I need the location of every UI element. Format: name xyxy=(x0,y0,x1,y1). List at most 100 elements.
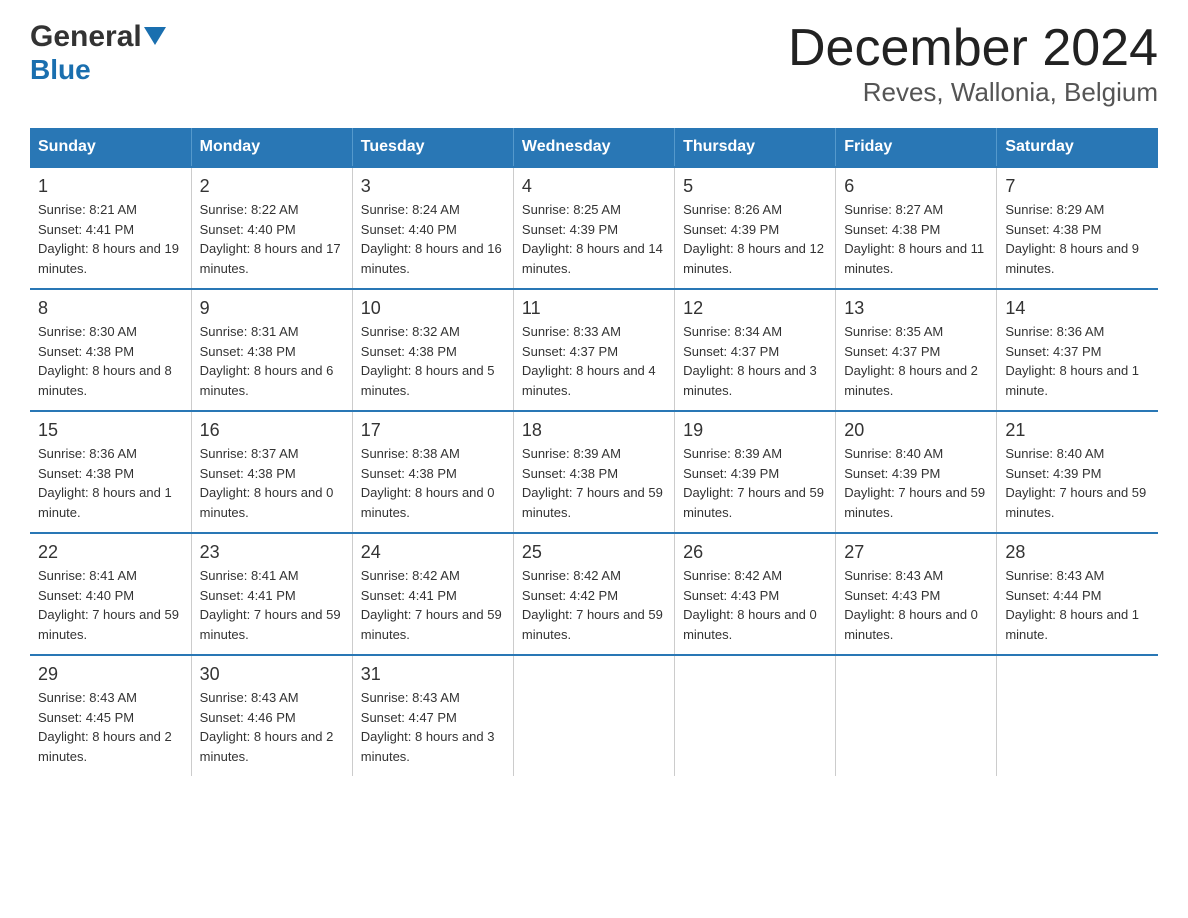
day-number: 11 xyxy=(522,298,666,319)
day-number: 7 xyxy=(1005,176,1150,197)
day-info: Sunrise: 8:36 AMSunset: 4:38 PMDaylight:… xyxy=(38,446,172,520)
day-info: Sunrise: 8:27 AMSunset: 4:38 PMDaylight:… xyxy=(844,202,984,276)
calendar-cell: 21 Sunrise: 8:40 AMSunset: 4:39 PMDaylig… xyxy=(997,411,1158,533)
day-number: 12 xyxy=(683,298,827,319)
calendar-cell: 29 Sunrise: 8:43 AMSunset: 4:45 PMDaylig… xyxy=(30,655,191,776)
day-number: 29 xyxy=(38,664,183,685)
calendar-cell xyxy=(836,655,997,776)
column-header-tuesday: Tuesday xyxy=(352,128,513,167)
calendar-week-row: 22 Sunrise: 8:41 AMSunset: 4:40 PMDaylig… xyxy=(30,533,1158,655)
page-subtitle: Reves, Wallonia, Belgium xyxy=(788,77,1158,108)
day-number: 22 xyxy=(38,542,183,563)
day-number: 25 xyxy=(522,542,666,563)
calendar-cell: 22 Sunrise: 8:41 AMSunset: 4:40 PMDaylig… xyxy=(30,533,191,655)
day-number: 14 xyxy=(1005,298,1150,319)
day-info: Sunrise: 8:32 AMSunset: 4:38 PMDaylight:… xyxy=(361,324,495,398)
title-section: December 2024 Reves, Wallonia, Belgium xyxy=(788,20,1158,108)
calendar-cell: 25 Sunrise: 8:42 AMSunset: 4:42 PMDaylig… xyxy=(513,533,674,655)
calendar-cell: 3 Sunrise: 8:24 AMSunset: 4:40 PMDayligh… xyxy=(352,167,513,289)
day-info: Sunrise: 8:43 AMSunset: 4:44 PMDaylight:… xyxy=(1005,568,1139,642)
day-info: Sunrise: 8:43 AMSunset: 4:43 PMDaylight:… xyxy=(844,568,978,642)
day-number: 16 xyxy=(200,420,344,441)
calendar-cell: 19 Sunrise: 8:39 AMSunset: 4:39 PMDaylig… xyxy=(675,411,836,533)
logo-arrow-icon xyxy=(144,27,166,49)
calendar-cell: 26 Sunrise: 8:42 AMSunset: 4:43 PMDaylig… xyxy=(675,533,836,655)
day-number: 3 xyxy=(361,176,505,197)
calendar-cell: 5 Sunrise: 8:26 AMSunset: 4:39 PMDayligh… xyxy=(675,167,836,289)
day-info: Sunrise: 8:24 AMSunset: 4:40 PMDaylight:… xyxy=(361,202,502,276)
day-info: Sunrise: 8:43 AMSunset: 4:45 PMDaylight:… xyxy=(38,690,172,764)
day-info: Sunrise: 8:41 AMSunset: 4:41 PMDaylight:… xyxy=(200,568,341,642)
day-number: 5 xyxy=(683,176,827,197)
day-info: Sunrise: 8:43 AMSunset: 4:47 PMDaylight:… xyxy=(361,690,495,764)
calendar-cell: 20 Sunrise: 8:40 AMSunset: 4:39 PMDaylig… xyxy=(836,411,997,533)
calendar-cell: 16 Sunrise: 8:37 AMSunset: 4:38 PMDaylig… xyxy=(191,411,352,533)
day-number: 2 xyxy=(200,176,344,197)
logo-general: General xyxy=(30,20,142,54)
calendar-cell: 4 Sunrise: 8:25 AMSunset: 4:39 PMDayligh… xyxy=(513,167,674,289)
day-info: Sunrise: 8:40 AMSunset: 4:39 PMDaylight:… xyxy=(844,446,985,520)
day-info: Sunrise: 8:40 AMSunset: 4:39 PMDaylight:… xyxy=(1005,446,1146,520)
day-info: Sunrise: 8:21 AMSunset: 4:41 PMDaylight:… xyxy=(38,202,179,276)
page-title: December 2024 xyxy=(788,20,1158,77)
calendar-cell: 31 Sunrise: 8:43 AMSunset: 4:47 PMDaylig… xyxy=(352,655,513,776)
column-header-thursday: Thursday xyxy=(675,128,836,167)
day-number: 15 xyxy=(38,420,183,441)
logo-blue: Blue xyxy=(30,54,91,86)
calendar-cell: 27 Sunrise: 8:43 AMSunset: 4:43 PMDaylig… xyxy=(836,533,997,655)
calendar-cell xyxy=(675,655,836,776)
day-number: 10 xyxy=(361,298,505,319)
day-info: Sunrise: 8:39 AMSunset: 4:39 PMDaylight:… xyxy=(683,446,824,520)
day-info: Sunrise: 8:22 AMSunset: 4:40 PMDaylight:… xyxy=(200,202,341,276)
column-header-friday: Friday xyxy=(836,128,997,167)
calendar-cell: 1 Sunrise: 8:21 AMSunset: 4:41 PMDayligh… xyxy=(30,167,191,289)
calendar-cell: 9 Sunrise: 8:31 AMSunset: 4:38 PMDayligh… xyxy=(191,289,352,411)
calendar-cell: 7 Sunrise: 8:29 AMSunset: 4:38 PMDayligh… xyxy=(997,167,1158,289)
day-info: Sunrise: 8:31 AMSunset: 4:38 PMDaylight:… xyxy=(200,324,334,398)
day-number: 23 xyxy=(200,542,344,563)
day-info: Sunrise: 8:30 AMSunset: 4:38 PMDaylight:… xyxy=(38,324,172,398)
day-number: 9 xyxy=(200,298,344,319)
calendar-cell xyxy=(513,655,674,776)
calendar-cell: 11 Sunrise: 8:33 AMSunset: 4:37 PMDaylig… xyxy=(513,289,674,411)
day-info: Sunrise: 8:33 AMSunset: 4:37 PMDaylight:… xyxy=(522,324,656,398)
calendar-cell: 23 Sunrise: 8:41 AMSunset: 4:41 PMDaylig… xyxy=(191,533,352,655)
calendar-header-row: SundayMondayTuesdayWednesdayThursdayFrid… xyxy=(30,128,1158,167)
day-number: 17 xyxy=(361,420,505,441)
day-number: 26 xyxy=(683,542,827,563)
calendar-cell: 2 Sunrise: 8:22 AMSunset: 4:40 PMDayligh… xyxy=(191,167,352,289)
day-number: 18 xyxy=(522,420,666,441)
calendar-cell: 28 Sunrise: 8:43 AMSunset: 4:44 PMDaylig… xyxy=(997,533,1158,655)
day-info: Sunrise: 8:37 AMSunset: 4:38 PMDaylight:… xyxy=(200,446,334,520)
day-info: Sunrise: 8:35 AMSunset: 4:37 PMDaylight:… xyxy=(844,324,978,398)
column-header-monday: Monday xyxy=(191,128,352,167)
day-info: Sunrise: 8:39 AMSunset: 4:38 PMDaylight:… xyxy=(522,446,663,520)
calendar-cell: 18 Sunrise: 8:39 AMSunset: 4:38 PMDaylig… xyxy=(513,411,674,533)
day-info: Sunrise: 8:43 AMSunset: 4:46 PMDaylight:… xyxy=(200,690,334,764)
day-info: Sunrise: 8:42 AMSunset: 4:41 PMDaylight:… xyxy=(361,568,502,642)
day-number: 21 xyxy=(1005,420,1150,441)
calendar-cell: 13 Sunrise: 8:35 AMSunset: 4:37 PMDaylig… xyxy=(836,289,997,411)
calendar-cell: 24 Sunrise: 8:42 AMSunset: 4:41 PMDaylig… xyxy=(352,533,513,655)
day-number: 1 xyxy=(38,176,183,197)
day-number: 27 xyxy=(844,542,988,563)
calendar-cell: 12 Sunrise: 8:34 AMSunset: 4:37 PMDaylig… xyxy=(675,289,836,411)
day-info: Sunrise: 8:42 AMSunset: 4:43 PMDaylight:… xyxy=(683,568,817,642)
day-info: Sunrise: 8:25 AMSunset: 4:39 PMDaylight:… xyxy=(522,202,663,276)
day-info: Sunrise: 8:38 AMSunset: 4:38 PMDaylight:… xyxy=(361,446,495,520)
calendar-week-row: 1 Sunrise: 8:21 AMSunset: 4:41 PMDayligh… xyxy=(30,167,1158,289)
calendar-cell: 14 Sunrise: 8:36 AMSunset: 4:37 PMDaylig… xyxy=(997,289,1158,411)
day-info: Sunrise: 8:36 AMSunset: 4:37 PMDaylight:… xyxy=(1005,324,1139,398)
calendar-cell: 15 Sunrise: 8:36 AMSunset: 4:38 PMDaylig… xyxy=(30,411,191,533)
calendar-cell: 10 Sunrise: 8:32 AMSunset: 4:38 PMDaylig… xyxy=(352,289,513,411)
calendar-week-row: 29 Sunrise: 8:43 AMSunset: 4:45 PMDaylig… xyxy=(30,655,1158,776)
day-number: 28 xyxy=(1005,542,1150,563)
calendar-cell: 30 Sunrise: 8:43 AMSunset: 4:46 PMDaylig… xyxy=(191,655,352,776)
calendar-table: SundayMondayTuesdayWednesdayThursdayFrid… xyxy=(30,128,1158,776)
page-header: General Blue December 2024 Reves, Wallon… xyxy=(30,20,1158,108)
logo: General Blue xyxy=(30,20,166,86)
day-number: 24 xyxy=(361,542,505,563)
day-info: Sunrise: 8:26 AMSunset: 4:39 PMDaylight:… xyxy=(683,202,824,276)
day-number: 30 xyxy=(200,664,344,685)
day-number: 20 xyxy=(844,420,988,441)
